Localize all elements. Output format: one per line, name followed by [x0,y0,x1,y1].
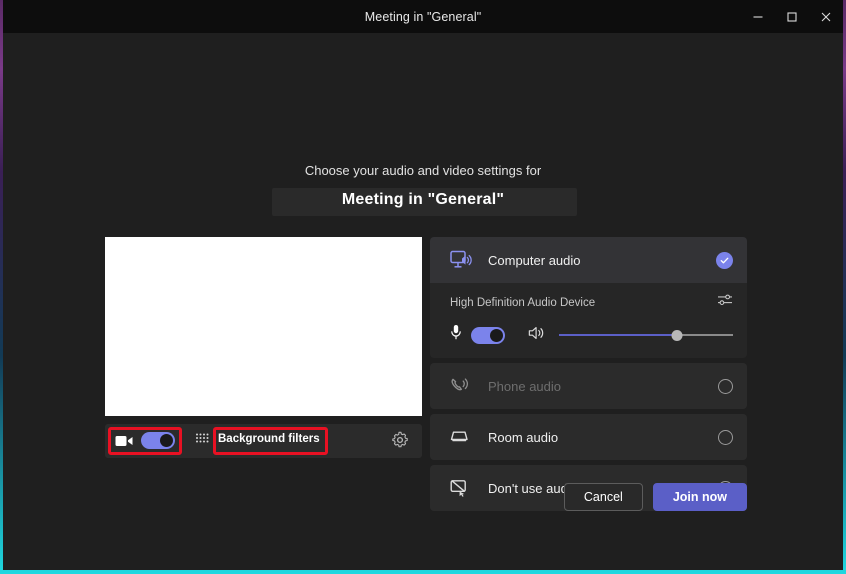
cancel-button[interactable]: Cancel [564,483,643,511]
desktop-background: Meeting in "General" [0,0,846,574]
background-filters-button[interactable]: Background filters [195,432,320,446]
camera-switch-knob [160,434,173,447]
prejoin-subtitle: Choose your audio and video settings for [3,163,843,178]
action-buttons: Cancel Join now [564,483,747,511]
audio-option-label: Room audio [488,430,718,445]
audio-device-subpanel: High Definition Audio Device [430,283,747,358]
audio-option-selected-indicator[interactable] [716,252,733,269]
title-bar: Meeting in "General" [3,0,843,33]
join-now-button[interactable]: Join now [653,483,747,511]
audio-option-phone-audio[interactable]: Phone audio [430,363,747,409]
phone-ring-icon [450,376,476,396]
prejoin-meeting-title: Meeting in "General" [3,191,843,209]
device-settings-button[interactable] [391,431,409,454]
close-button[interactable] [809,0,843,33]
room-device-icon [450,428,476,446]
window-title: Meeting in "General" [365,10,482,24]
maximize-button[interactable] [775,0,809,33]
close-icon [820,11,832,23]
blur-background-icon [195,432,210,446]
volume-slider-fill [559,334,677,336]
volume-slider[interactable] [559,328,733,342]
video-preview [105,237,422,416]
microphone-switch[interactable] [471,327,505,344]
microphone-switch-knob [490,329,503,342]
minimize-icon [752,11,764,23]
audio-device-controls [450,324,733,346]
gear-icon [391,431,409,449]
window-controls [741,0,843,33]
speaker-icon [528,325,546,346]
minimize-button[interactable] [741,0,775,33]
teams-prejoin-window: Meeting in "General" [3,0,843,570]
audio-device-name: High Definition Audio Device [450,297,595,309]
monitor-off-icon [450,479,476,498]
audio-option-radio[interactable] [718,430,733,445]
audio-option-computer-audio[interactable]: Computer audio [430,237,747,283]
audio-options-panel: Computer audio High Definition Audio Dev… [430,237,747,516]
prejoin-body: Choose your audio and video settings for… [3,33,843,570]
background-filters-label: Background filters [218,433,320,445]
audio-device-header: High Definition Audio Device [450,293,733,312]
check-icon [719,255,730,266]
camera-toggle-control[interactable] [115,432,175,449]
sliders-icon[interactable] [717,293,733,312]
audio-option-room-audio[interactable]: Room audio [430,414,747,460]
audio-option-label: Computer audio [488,253,716,268]
camera-switch[interactable] [141,432,175,449]
audio-option-label: Phone audio [488,379,718,394]
microphone-icon [450,324,462,346]
volume-slider-thumb[interactable] [672,330,683,341]
monitor-speaker-icon [450,250,476,270]
audio-option-radio[interactable] [718,379,733,394]
maximize-icon [786,11,798,23]
camera-icon [115,434,134,448]
